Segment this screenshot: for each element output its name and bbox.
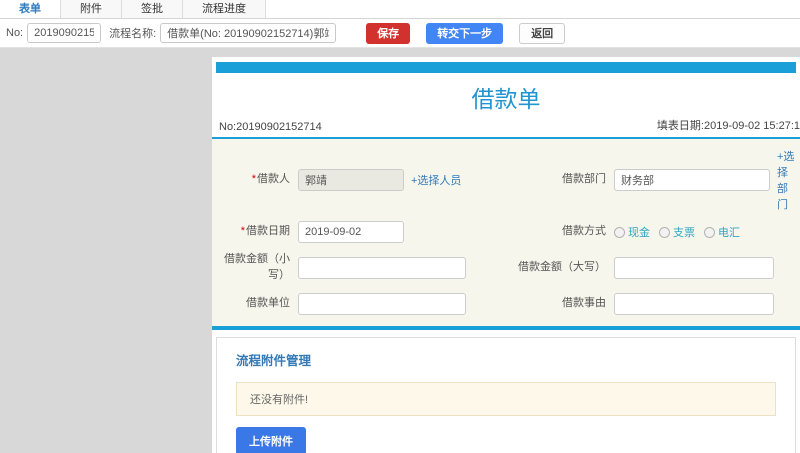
loan-method-label: 借款方式 <box>562 225 606 238</box>
divider <box>212 325 800 330</box>
back-button[interactable]: 返回 <box>519 22 566 44</box>
form-meta-row: No:20190902152714 填表日期:2019-09-02 15:27:… <box>212 117 800 137</box>
loan-unit-label: 借款单位 <box>246 296 290 309</box>
radio-wire-transfer[interactable]: 电汇 <box>704 224 740 240</box>
panel-top-bar <box>216 62 796 73</box>
attachment-section: 流程附件管理 还没有附件! 上传附件 <box>216 336 796 453</box>
loan-form-panel: 借款单 No:20190902152714 填表日期:2019-09-02 15… <box>212 57 800 453</box>
tab-form[interactable]: 表单 <box>0 0 61 18</box>
form-date-text: 填表日期:2019-09-02 15:27:1 <box>656 120 800 132</box>
command-bar: No: 流程名称: 保存 转交下一步 返回 <box>0 19 800 48</box>
loan-date-input[interactable] <box>298 221 404 243</box>
flow-name-input[interactable] <box>160 23 337 43</box>
loan-reason-label: 借款事由 <box>562 296 606 309</box>
amount-lower-input[interactable] <box>298 256 466 279</box>
department-label: 借款部门 <box>562 173 606 186</box>
tab-attachments[interactable]: 附件 <box>61 0 122 18</box>
save-button[interactable]: 保存 <box>366 22 411 44</box>
tab-bar: 表单 附件 签批 流程进度 <box>0 0 800 19</box>
select-person-link[interactable]: +选择人员 <box>411 172 461 188</box>
flow-name-label: 流程名称: <box>109 28 157 40</box>
required-mark: * <box>240 225 245 238</box>
attachment-section-heading: 流程附件管理 <box>236 353 312 368</box>
tab-process-progress[interactable]: 流程进度 <box>183 0 266 18</box>
loan-form-fields: *借款人 +选择人员 借款部门 +选择部门 *借款日期 借款方式 现金 支票 <box>212 139 800 326</box>
transfer-next-step-button[interactable]: 转交下一步 <box>426 22 504 44</box>
amount-lower-label: 借款金额（小写） <box>224 253 290 281</box>
page-title: 借款单 <box>471 86 541 112</box>
radio-icon[interactable] <box>704 226 715 238</box>
amount-upper-label: 借款金额（大写） <box>518 260 606 273</box>
radio-cash[interactable]: 现金 <box>614 224 650 240</box>
tab-approval[interactable]: 签批 <box>122 0 183 18</box>
required-mark: * <box>251 173 256 186</box>
loan-method-radio-group: 现金 支票 电汇 <box>614 224 798 240</box>
no-attachment-alert: 还没有附件! <box>236 381 776 416</box>
borrower-input[interactable] <box>298 169 404 191</box>
form-no-text: No:20190902152714 <box>219 121 322 133</box>
loan-unit-input[interactable] <box>298 292 466 315</box>
loan-date-label: *借款日期 <box>240 225 290 238</box>
select-department-link[interactable]: +选择部门 <box>777 148 798 212</box>
loan-reason-input[interactable] <box>614 292 774 315</box>
amount-upper-input[interactable] <box>614 256 774 279</box>
department-input[interactable] <box>614 169 770 191</box>
no-input[interactable] <box>27 23 102 43</box>
radio-check[interactable]: 支票 <box>659 224 695 240</box>
no-label: No: <box>6 27 24 39</box>
radio-icon[interactable] <box>614 226 625 238</box>
radio-icon[interactable] <box>659 226 670 238</box>
borrower-label: *借款人 <box>251 173 290 186</box>
upload-attachment-button[interactable]: 上传附件 <box>236 426 306 453</box>
